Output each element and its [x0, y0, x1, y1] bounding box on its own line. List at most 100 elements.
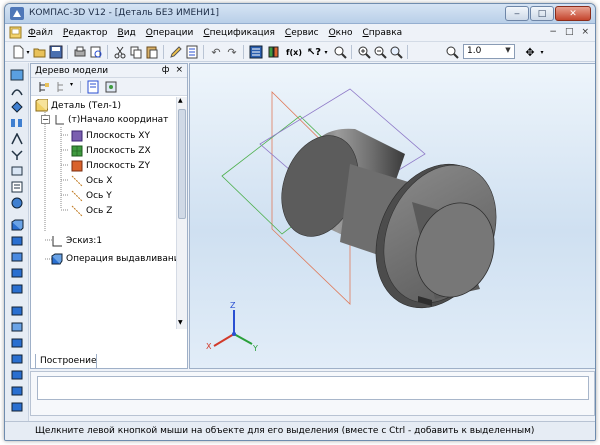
- menu-specification[interactable]: Спецификация: [199, 27, 279, 39]
- print-icon[interactable]: [73, 45, 87, 59]
- tree-structure-icon[interactable]: [55, 80, 69, 94]
- app-window: КОМПАС-3D V12 - [Деталь БЕЗ ИМЕНИ1] ‒ □ …: [4, 3, 596, 441]
- tree-item-sketch[interactable]: Эскиз:1: [51, 233, 102, 248]
- zoom-fit-icon[interactable]: [389, 45, 403, 59]
- pan-icon[interactable]: ✥: [523, 45, 537, 59]
- tree-item-plane-xy[interactable]: Плоскость XY: [71, 128, 150, 143]
- tree-view-icon[interactable]: [37, 80, 51, 94]
- new-dropdown-icon[interactable]: ▾: [25, 45, 31, 59]
- redo-icon[interactable]: ↷: [225, 45, 239, 59]
- library-icon[interactable]: [267, 45, 281, 59]
- hole-tool-icon[interactable]: [10, 337, 24, 349]
- extrude-tool-icon[interactable]: [10, 219, 24, 231]
- paste-icon[interactable]: [145, 45, 159, 59]
- tree-filter-icon[interactable]: [104, 80, 118, 94]
- collapse-toggle-icon[interactable]: −: [41, 115, 50, 124]
- zoom-in-icon[interactable]: [357, 45, 371, 59]
- menu-operations-mnemonic: О: [145, 27, 153, 38]
- reports-icon[interactable]: [10, 197, 24, 209]
- pan-dropdown-icon[interactable]: ▾: [539, 45, 545, 59]
- properties-icon[interactable]: [185, 45, 199, 59]
- doc-close-button[interactable]: ×: [581, 27, 589, 37]
- copy-icon[interactable]: [129, 45, 143, 59]
- panel-close-icon[interactable]: ×: [175, 65, 183, 75]
- zoom-dropdown-icon[interactable]: ▼: [503, 46, 513, 57]
- open-folder-icon[interactable]: [33, 45, 47, 59]
- axis-y-label: Y: [252, 344, 258, 353]
- kinematic-tool-icon[interactable]: [10, 251, 24, 263]
- model-tree-scrollbar[interactable]: ▲ ▼: [176, 97, 187, 329]
- manager-icon[interactable]: [249, 45, 263, 59]
- close-button[interactable]: ✕: [555, 6, 591, 21]
- tree-item-plane-zy[interactable]: Плоскость ZY: [71, 158, 150, 173]
- menu-file[interactable]: Файл: [24, 27, 57, 39]
- part-body[interactable]: [268, 125, 517, 327]
- scrollbar-thumb[interactable]: [178, 109, 186, 219]
- tree-item-origin[interactable]: − (т)Начало координат: [41, 112, 168, 127]
- pencil-icon[interactable]: [169, 45, 183, 59]
- cut-extrude-tool-icon[interactable]: [10, 283, 24, 295]
- doc-minimize-button[interactable]: −: [549, 27, 557, 37]
- cut-icon[interactable]: [113, 45, 127, 59]
- tree-relations-icon[interactable]: [86, 80, 100, 94]
- tree-item-axis-y[interactable]: Ось Y: [71, 188, 112, 203]
- tree-item-axis-z[interactable]: Ось Z: [71, 203, 112, 218]
- variables-button[interactable]: f(x): [285, 45, 303, 59]
- pin-icon[interactable]: ф: [162, 65, 170, 75]
- help-pointer-icon[interactable]: ↖?: [307, 45, 321, 59]
- filter-icon[interactable]: [10, 165, 24, 177]
- arrays-icon[interactable]: [10, 117, 24, 129]
- menu-service[interactable]: Сервис: [281, 27, 323, 39]
- curves-icon[interactable]: [10, 85, 24, 97]
- maximize-button[interactable]: □: [530, 6, 554, 21]
- axis-icon: [71, 190, 83, 201]
- minimize-button[interactable]: ‒: [505, 6, 529, 21]
- new-document-icon[interactable]: [11, 45, 25, 59]
- tree-item-plane-zx[interactable]: Плоскость ZX: [71, 143, 151, 158]
- spec-icon[interactable]: [10, 181, 24, 193]
- save-icon[interactable]: [49, 45, 63, 59]
- tree-item-label: Плоскость XY: [86, 130, 150, 141]
- scroll-down-icon[interactable]: ▼: [178, 319, 183, 326]
- fillet-tool-icon[interactable]: [10, 305, 24, 317]
- measure-icon[interactable]: [10, 149, 24, 161]
- tree-item-part[interactable]: Деталь (Тел-1): [35, 98, 121, 113]
- loft-tool-icon[interactable]: [10, 267, 24, 279]
- model-tree-header: Дерево модели ф ×: [31, 64, 187, 78]
- menu-edit[interactable]: Редактор: [59, 27, 112, 39]
- rib-tool-icon[interactable]: [10, 369, 24, 381]
- zoom-out-icon[interactable]: [373, 45, 387, 59]
- undo-icon[interactable]: ↶: [209, 45, 223, 59]
- menu-help[interactable]: Справка: [359, 27, 407, 39]
- tab-construction[interactable]: Построение: [35, 354, 97, 369]
- rotate-tool-icon[interactable]: [10, 235, 24, 247]
- menu-file-label: айл: [35, 27, 53, 38]
- window-title: КОМПАС-3D V12 - [Деталь БЕЗ ИМЕНИ1]: [29, 8, 219, 18]
- aux-geometry-icon[interactable]: [10, 133, 24, 145]
- zoom-scale-icon[interactable]: [445, 45, 459, 59]
- tree-item-label: Плоскость ZX: [86, 145, 151, 156]
- chamfer-tool-icon[interactable]: [10, 321, 24, 333]
- pattern-tool-icon[interactable]: [10, 401, 24, 413]
- menu-operations[interactable]: Операции: [142, 27, 198, 39]
- shell-tool-icon[interactable]: [10, 353, 24, 365]
- scroll-up-icon[interactable]: ▲: [178, 97, 183, 104]
- doc-restore-button[interactable]: □: [565, 27, 574, 37]
- surfaces-icon[interactable]: [10, 101, 24, 113]
- axis-icon: [71, 175, 83, 186]
- zoom-scale-field[interactable]: 1.0 ▼: [463, 44, 515, 59]
- axis-icon: [71, 205, 83, 216]
- menu-view[interactable]: Вид: [114, 27, 140, 39]
- model-viewport[interactable]: Z X Y: [189, 63, 595, 369]
- print-preview-icon[interactable]: [89, 45, 103, 59]
- mirror-tool-icon[interactable]: [10, 385, 24, 397]
- command-input[interactable]: [37, 376, 589, 400]
- tree-item-extrude[interactable]: Операция выдавливания: [51, 251, 176, 266]
- tree-item-axis-x[interactable]: Ось X: [71, 173, 112, 188]
- menu-window[interactable]: Окно: [325, 27, 357, 39]
- edit-tools-icon[interactable]: [10, 69, 24, 81]
- tree-structure-dropdown-icon[interactable]: ▾: [70, 81, 73, 88]
- zoom-window-icon[interactable]: [333, 45, 347, 59]
- help-dropdown-icon[interactable]: ▾: [323, 45, 329, 59]
- document-icon[interactable]: [9, 26, 22, 39]
